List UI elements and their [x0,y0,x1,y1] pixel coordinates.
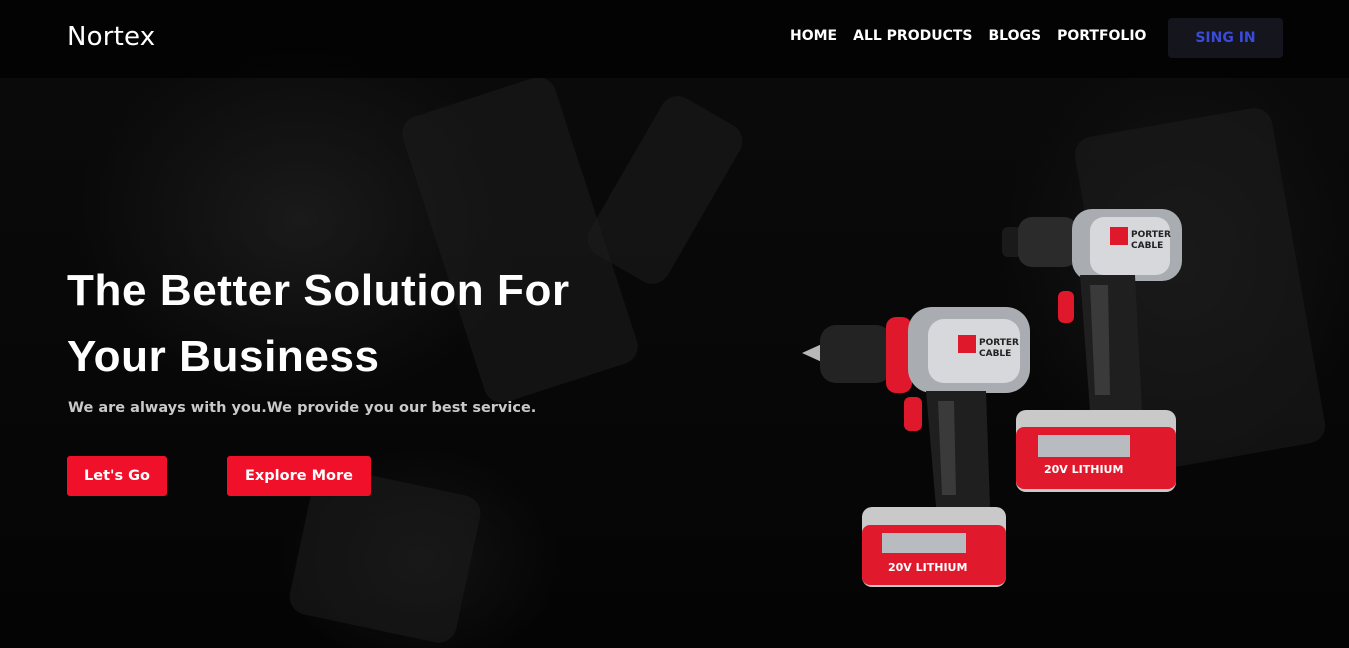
hero-title-line-1: The Better Solution For [67,266,570,315]
lets-go-button[interactable]: Let's Go [67,456,167,496]
driver-battery-label: 20V LITHIUM [1044,463,1123,476]
main-nav: HOME ALL PRODUCTS BLOGS PORTFOLIO [790,28,1162,44]
drill-brand-text-2: CABLE [979,349,1011,359]
nav-blogs[interactable]: BLOGS [989,28,1042,44]
hero-title: The Better Solution For Your Business [67,258,707,390]
drill-battery-label: 20V LITHIUM [888,561,967,574]
nav-home[interactable]: HOME [790,28,837,44]
brand-logo[interactable]: Nortex [67,22,155,52]
nav-all-products[interactable]: ALL PRODUCTS [853,28,972,44]
product-image-drill-set: PORTER CABLE 20V LITHIUM PORTER CABLE 20… [790,195,1210,595]
nav-portfolio[interactable]: PORTFOLIO [1057,28,1146,44]
drill-brand-text-1: PORTER [979,338,1019,348]
drill: PORTER CABLE 20V LITHIUM [802,307,1030,587]
explore-more-button[interactable]: Explore More [227,456,371,496]
driver-brand-text-1: PORTER [1131,230,1171,240]
hero-title-line-2: Your Business [67,332,380,381]
hero-subtitle: We are always with you.We provide you ou… [68,400,537,416]
driver-brand-text-2: CABLE [1131,241,1163,251]
navbar: Nortex HOME ALL PRODUCTS BLOGS PORTFOLIO… [0,0,1349,78]
drill-set-illustration: PORTER CABLE 20V LITHIUM PORTER CABLE 20… [802,209,1182,587]
sign-in-button[interactable]: SING IN [1168,18,1283,58]
